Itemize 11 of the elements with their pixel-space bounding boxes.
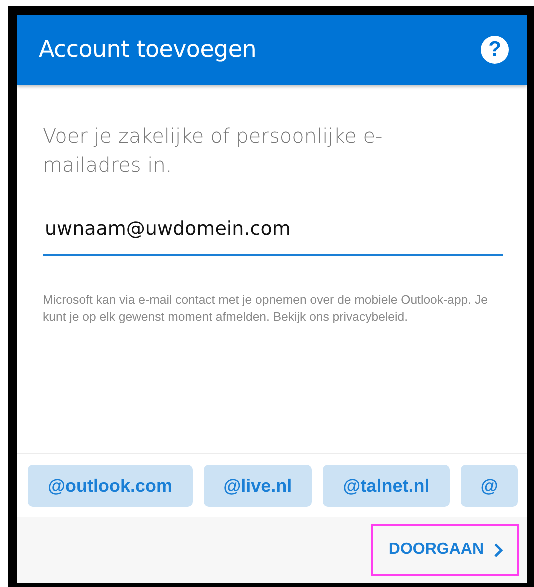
chevron-icon [494,542,503,558]
domain-chip[interactable]: @ [460,465,518,507]
domain-chip[interactable]: @outlook.com [28,465,193,507]
domain-chip[interactable]: @live.nl [204,465,312,507]
continue-button[interactable]: DOORGAAN [370,524,519,576]
window-title: Account toevoegen [39,37,256,63]
help-button[interactable]: ? [481,36,509,64]
instruction-text: Voer je zakelijke of persoonlijke e-mailadres in. [43,123,384,179]
domain-chip[interactable]: @talnet.nl [323,465,450,507]
email-field[interactable]: uwnaam@uwdomein.com [43,218,503,256]
disclaimer-text: Microsoft kan via e-mail contact met je opnemen over de mobiele Outlook-app. Je kunt je op elk gewenst moment afmelden. Bekijk ons privacybeleid. [43,292,489,326]
